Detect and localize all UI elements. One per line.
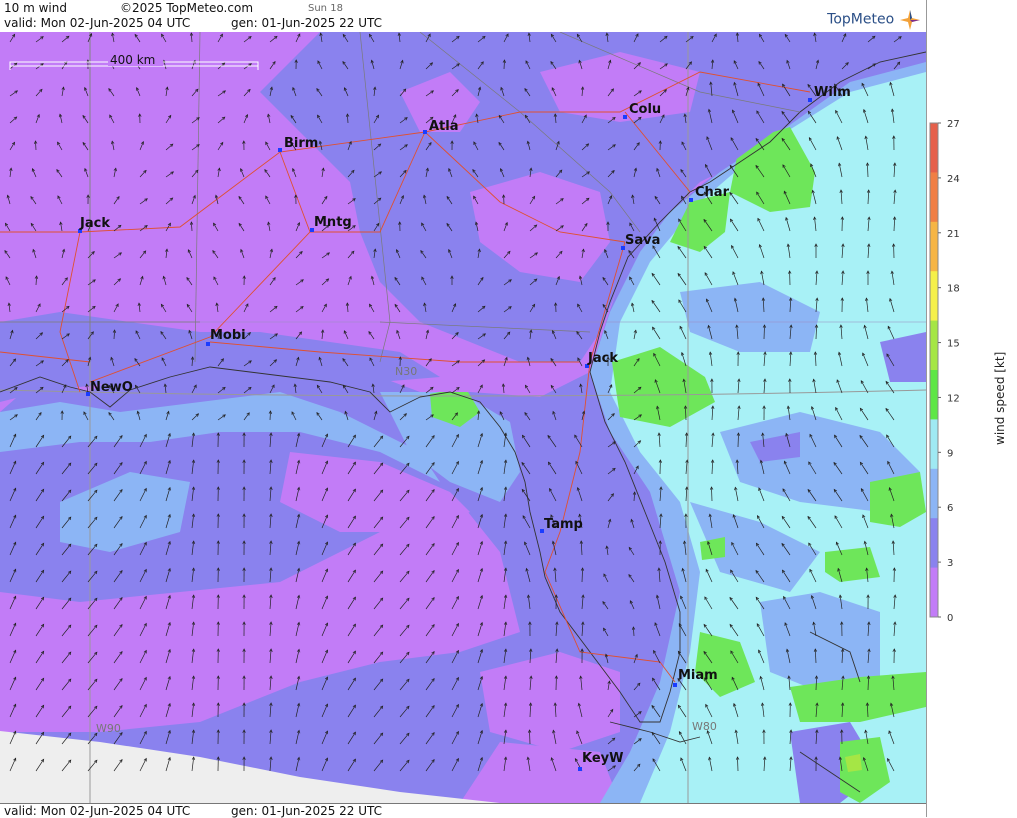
city-mntg[interactable]: Mntg bbox=[310, 215, 352, 232]
colorbar-tick-label: 27 bbox=[947, 119, 960, 130]
svg-text:Miam: Miam bbox=[678, 668, 718, 683]
topmeteo-logo: TopMeteo bbox=[827, 10, 920, 30]
city-jack-ms[interactable]: Jack bbox=[78, 216, 110, 233]
colorbar-panel: 27 24 21 18 15 12 9 6 3 0 wind speed [kt] bbox=[926, 0, 1017, 817]
colorbar-segment bbox=[930, 469, 938, 519]
colorbar-title: wind speed [kt] bbox=[993, 352, 1007, 445]
wind-arrow-shaft bbox=[530, 730, 531, 744]
colorbar-tick-label: 18 bbox=[947, 284, 960, 295]
logo-text: TopMeteo bbox=[827, 12, 894, 28]
city-wilm[interactable]: Wilm bbox=[808, 85, 851, 102]
map-footer: valid: Mon 02-Jun-2025 04 UTC gen: 01-Ju… bbox=[0, 803, 926, 818]
svg-text:Jack: Jack bbox=[587, 351, 618, 366]
colorbar-tick-label: 6 bbox=[947, 503, 953, 514]
svg-text:Sava: Sava bbox=[625, 233, 660, 248]
wind-arrow-shaft bbox=[764, 325, 765, 339]
colorbar-segment bbox=[930, 419, 938, 469]
colorbar-tick-label: 12 bbox=[947, 393, 960, 404]
colorbar-segment bbox=[930, 568, 938, 618]
copyright-text: ©2025 TopMeteo.com bbox=[120, 1, 253, 15]
valid-time: valid: Mon 02-Jun-2025 04 UTC bbox=[4, 16, 190, 30]
city-tamp[interactable]: Tamp bbox=[540, 517, 583, 533]
city-atla[interactable]: Atla bbox=[423, 119, 459, 134]
city-char[interactable]: Char bbox=[689, 185, 730, 202]
colorbar-segment bbox=[930, 370, 938, 420]
colorbar-tick-label: 15 bbox=[947, 339, 960, 350]
colorbar-segment bbox=[930, 518, 938, 568]
svg-text:Birm: Birm bbox=[284, 136, 318, 151]
wind-arrow-shaft bbox=[738, 433, 739, 447]
colorbar-segment bbox=[930, 123, 938, 173]
gen-time: gen: 01-Jun-2025 22 UTC bbox=[231, 16, 382, 30]
city-sava[interactable]: Sava bbox=[621, 233, 660, 250]
city-newo[interactable]: NewO bbox=[86, 380, 133, 396]
svg-text:Wilm: Wilm bbox=[814, 85, 851, 100]
product-title: 10 m wind bbox=[4, 1, 67, 15]
lon-label-w80: W80 bbox=[692, 720, 717, 733]
wind-map-canvas: N30 W90 W80 400 km Birm Atla Colu Wilm C… bbox=[0, 32, 926, 803]
wind-arrow-shaft bbox=[738, 757, 739, 771]
colorbar-segment bbox=[930, 321, 938, 371]
city-jack-fl[interactable]: Jack bbox=[585, 351, 618, 368]
svg-text:Mntg: Mntg bbox=[314, 215, 352, 230]
city-birm[interactable]: Birm bbox=[278, 136, 318, 152]
wind-arrow-shaft bbox=[712, 487, 713, 501]
colorbar-segment bbox=[930, 222, 938, 272]
wind-map[interactable]: N30 W90 W80 400 km Birm Atla Colu Wilm C… bbox=[0, 32, 926, 803]
compass-star-icon bbox=[900, 10, 920, 30]
colorbar-tick-label: 9 bbox=[947, 448, 953, 459]
svg-text:NewO: NewO bbox=[90, 380, 133, 395]
footer-valid-time: valid: Mon 02-Jun-2025 04 UTC bbox=[4, 804, 190, 818]
svg-text:Mobi: Mobi bbox=[210, 328, 246, 343]
scale-bar-label: 400 km bbox=[110, 53, 155, 67]
colorbar-segment bbox=[930, 271, 938, 321]
svg-text:Atla: Atla bbox=[429, 119, 459, 134]
colorbar-tick-label: 0 bbox=[947, 613, 953, 624]
colorbar-tick-label: 3 bbox=[947, 558, 953, 569]
city-colu[interactable]: Colu bbox=[623, 102, 661, 119]
colorbar-segment bbox=[930, 172, 938, 222]
svg-text:Jack: Jack bbox=[79, 216, 110, 231]
map-header: 10 m wind ©2025 TopMeteo.com Sun 18 vali… bbox=[0, 0, 926, 33]
day-label: Sun 18 bbox=[308, 3, 343, 14]
svg-text:Char: Char bbox=[695, 185, 730, 200]
lon-label-w90: W90 bbox=[96, 722, 121, 735]
lat-label-n30: N30 bbox=[395, 365, 417, 378]
footer-gen-time: gen: 01-Jun-2025 22 UTC bbox=[231, 804, 382, 818]
svg-text:KeyW: KeyW bbox=[582, 751, 623, 766]
colorbar-tick-label: 21 bbox=[947, 229, 960, 240]
svg-text:Tamp: Tamp bbox=[544, 517, 583, 532]
colorbar-tick-label: 24 bbox=[947, 174, 960, 185]
svg-text:Colu: Colu bbox=[629, 102, 661, 117]
